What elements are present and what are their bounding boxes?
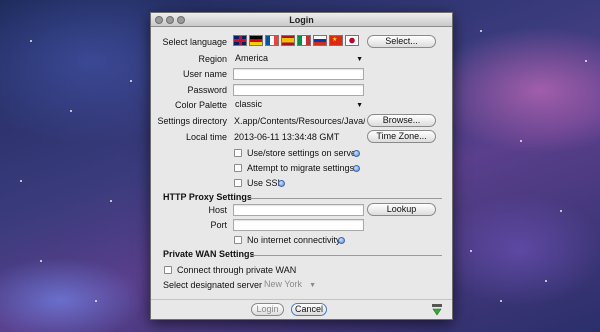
- port-label: Port: [210, 220, 227, 230]
- password-label: Password: [187, 85, 227, 95]
- use-ssl-checkbox[interactable]: [234, 179, 242, 187]
- settings-directory-path: X.app/Contents/Resources/Java/.: [234, 116, 365, 126]
- time-zone-button[interactable]: Time Zone...: [367, 130, 436, 143]
- info-icon[interactable]: [338, 237, 345, 244]
- connect-private-wan-label: Connect through private WAN: [177, 265, 297, 275]
- section-divider: [248, 198, 442, 199]
- no-internet-label: No internet connectivity: [247, 235, 341, 245]
- designated-server-label: Select designated server: [163, 280, 263, 290]
- color-palette-dropdown[interactable]: classic ▼: [233, 99, 365, 111]
- attempt-migrate-label: Attempt to migrate settings: [247, 163, 355, 173]
- user-name-label: User name: [182, 69, 227, 79]
- window-title: Login: [289, 15, 314, 25]
- italy-flag-icon[interactable]: [297, 35, 311, 46]
- russia-flag-icon[interactable]: [313, 35, 327, 46]
- user-name-field[interactable]: [233, 68, 364, 80]
- france-flag-icon[interactable]: [265, 35, 279, 46]
- uk-flag-icon[interactable]: [233, 35, 247, 46]
- select-language-label: Select language: [162, 37, 227, 47]
- language-flags: ★: [233, 35, 361, 47]
- dropdown-arrow-icon: ▼: [356, 56, 363, 63]
- region-value: America: [235, 53, 269, 63]
- login-window: Login Select language ★ Select... Region…: [150, 12, 453, 320]
- port-field[interactable]: [233, 219, 364, 231]
- local-time-value: 2013-06-11 13:34:48 GMT: [234, 132, 340, 142]
- color-palette-value: classic: [235, 99, 263, 109]
- browse-button[interactable]: Browse...: [367, 114, 436, 127]
- network-status-icon: [431, 304, 443, 316]
- designated-server-dropdown[interactable]: New York ▼: [262, 279, 318, 291]
- login-button[interactable]: Login: [251, 303, 284, 316]
- select-language-button[interactable]: Select...: [367, 35, 436, 48]
- lookup-button[interactable]: Lookup: [367, 203, 436, 216]
- title-bar: Login: [151, 13, 452, 27]
- dropdown-arrow-icon: ▼: [356, 102, 363, 109]
- connect-private-wan-checkbox[interactable]: [164, 266, 172, 274]
- designated-server-value: New York: [264, 279, 303, 289]
- info-icon[interactable]: [353, 150, 360, 157]
- color-palette-label: Color Palette: [174, 100, 227, 110]
- region-label: Region: [198, 54, 227, 64]
- local-time-label: Local time: [185, 132, 227, 142]
- use-store-settings-checkbox[interactable]: [234, 149, 242, 157]
- no-internet-checkbox[interactable]: [234, 236, 242, 244]
- http-proxy-section-title: HTTP Proxy Settings: [163, 192, 252, 202]
- use-store-settings-label: Use/store settings on server: [247, 148, 360, 158]
- dropdown-arrow-icon: ▼: [309, 282, 316, 289]
- info-icon[interactable]: [353, 165, 360, 172]
- region-dropdown[interactable]: America ▼: [233, 53, 365, 65]
- host-label: Host: [208, 205, 227, 215]
- host-field[interactable]: [233, 204, 364, 216]
- spain-flag-icon[interactable]: [281, 35, 295, 46]
- password-field[interactable]: [233, 84, 364, 96]
- cancel-button[interactable]: Cancel: [291, 303, 327, 316]
- japan-flag-icon[interactable]: [345, 35, 359, 46]
- settings-directory-label: Settings directory: [157, 116, 227, 126]
- germany-flag-icon[interactable]: [249, 35, 263, 46]
- private-wan-section-title: Private WAN Settings: [163, 249, 255, 259]
- section-divider: [251, 255, 442, 256]
- attempt-migrate-checkbox[interactable]: [234, 164, 242, 172]
- info-icon[interactable]: [278, 180, 285, 187]
- china-flag-icon[interactable]: ★: [329, 35, 343, 46]
